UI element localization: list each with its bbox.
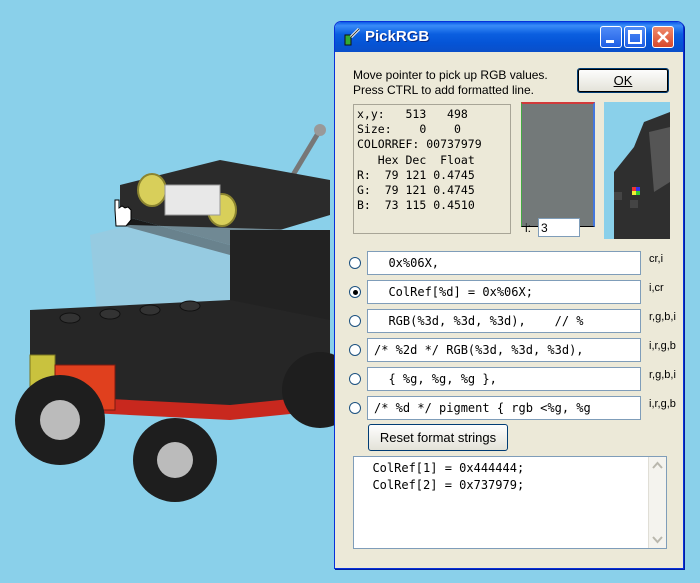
scroll-down-button[interactable] (649, 531, 666, 548)
dec-header: Dec (405, 152, 427, 167)
format-radio-5[interactable] (349, 373, 361, 385)
eyedropper-icon (344, 27, 361, 46)
lego-truck-scene (15, 124, 340, 502)
zoom-input[interactable] (538, 218, 580, 237)
format-radio-6[interactable] (349, 402, 361, 414)
colorref-value: 00737979 (426, 137, 482, 152)
format-args-3: r,g,b,i (649, 311, 676, 323)
size-w-value: 0 (419, 122, 427, 137)
x-value: 513 (405, 107, 427, 121)
color-info-panel: x,y: 513 498 Size: 0 0 COLORREF: 0073797… (353, 104, 511, 234)
format-row-5: { %g, %g, %g }, r,g,b,i (349, 367, 679, 393)
zoom-label: i: (525, 221, 531, 235)
format-args-1: cr,i (649, 253, 664, 265)
colorref-label: COLORREF: (357, 137, 420, 152)
reset-label: Reset format strings (379, 430, 497, 445)
green-float: 0.4745 (433, 183, 475, 198)
y-value: 498 (447, 107, 468, 121)
hex-header: Hex (377, 152, 399, 167)
format-field-2[interactable]: ColRef[%d] = 0x%06X; (367, 280, 641, 304)
maximize-button[interactable] (624, 26, 646, 48)
format-radio-1[interactable] (349, 257, 361, 269)
format-field-4[interactable]: /* %2d */ RGB(%3d, %3d, %3d), (367, 338, 641, 362)
pickrgb-window: PickRGB Move pointer to pick up RGB valu… (334, 21, 684, 569)
maximize-icon (628, 30, 642, 44)
format-field-6[interactable]: /* %d */ pigment { rgb <%g, %g (367, 396, 641, 420)
chevron-up-icon (652, 461, 663, 469)
format-row-4: /* %2d */ RGB(%3d, %3d, %3d), i,r,g,b (349, 338, 679, 364)
blue-hex: 73 (384, 198, 399, 213)
chevron-down-icon (652, 536, 663, 544)
float-header: Float (440, 152, 475, 167)
zoom-preview (604, 102, 670, 239)
format-args-5: r,g,b,i (649, 369, 676, 381)
format-field-5[interactable]: { %g, %g, %g }, (367, 367, 641, 391)
format-radio-2[interactable] (349, 286, 361, 298)
green-label: G: (357, 183, 371, 198)
minimize-button[interactable] (600, 26, 622, 48)
format-row-1: 0x%06X, cr,i (349, 251, 679, 277)
window-title: PickRGB (365, 28, 430, 45)
close-icon (657, 31, 669, 43)
vertical-scrollbar[interactable] (648, 457, 666, 548)
format-row-2: ColRef[%d] = 0x%06X; i,cr (349, 280, 679, 306)
instructions: Move pointer to pick up RGB values. Pres… (353, 68, 548, 98)
close-button[interactable] (652, 26, 674, 48)
red-dec: 121 (405, 167, 427, 182)
red-float: 0.4745 (433, 167, 475, 182)
minimize-icon (606, 40, 614, 43)
format-row-3: RGB(%3d, %3d, %3d), // % r,g,b,i (349, 309, 679, 335)
red-hex: 79 (384, 167, 399, 182)
output-textarea[interactable]: ColRef[1] = 0x444444; ColRef[2] = 0x7379… (353, 456, 667, 549)
format-radio-3[interactable] (349, 315, 361, 327)
red-label: R: (357, 167, 371, 182)
format-args-2: i,cr (649, 282, 664, 294)
format-args-6: i,r,g,b (649, 398, 676, 410)
format-radio-4[interactable] (349, 344, 361, 356)
instruction-line-1: Move pointer to pick up RGB values. (353, 68, 548, 82)
size-label: Size: (357, 122, 392, 137)
format-args-4: i,r,g,b (649, 340, 676, 352)
reset-format-strings-button[interactable]: Reset format strings (368, 424, 508, 451)
format-field-3[interactable]: RGB(%3d, %3d, %3d), // % (367, 309, 641, 333)
color-swatch (521, 102, 595, 227)
ok-button[interactable]: OK (577, 68, 669, 93)
blue-dec: 115 (405, 198, 427, 213)
instruction-line-2: Press CTRL to add formatted line. (353, 83, 534, 97)
green-hex: 79 (384, 183, 399, 198)
format-field-1[interactable]: 0x%06X, (367, 251, 641, 275)
scroll-up-button[interactable] (649, 457, 666, 474)
output-line-1: ColRef[1] = 0x444444; (358, 461, 525, 475)
blue-label: B: (357, 198, 371, 213)
output-line-2: ColRef[2] = 0x737979; (358, 478, 525, 492)
ok-label: OK (613, 73, 633, 88)
title-bar[interactable]: PickRGB (335, 22, 683, 52)
blue-float: 0.4510 (433, 198, 475, 213)
green-dec: 121 (405, 183, 427, 198)
xy-label: x,y: (357, 107, 385, 121)
size-h-value: 0 (453, 122, 461, 137)
format-row-6: /* %d */ pigment { rgb <%g, %g i,r,g,b (349, 396, 679, 422)
